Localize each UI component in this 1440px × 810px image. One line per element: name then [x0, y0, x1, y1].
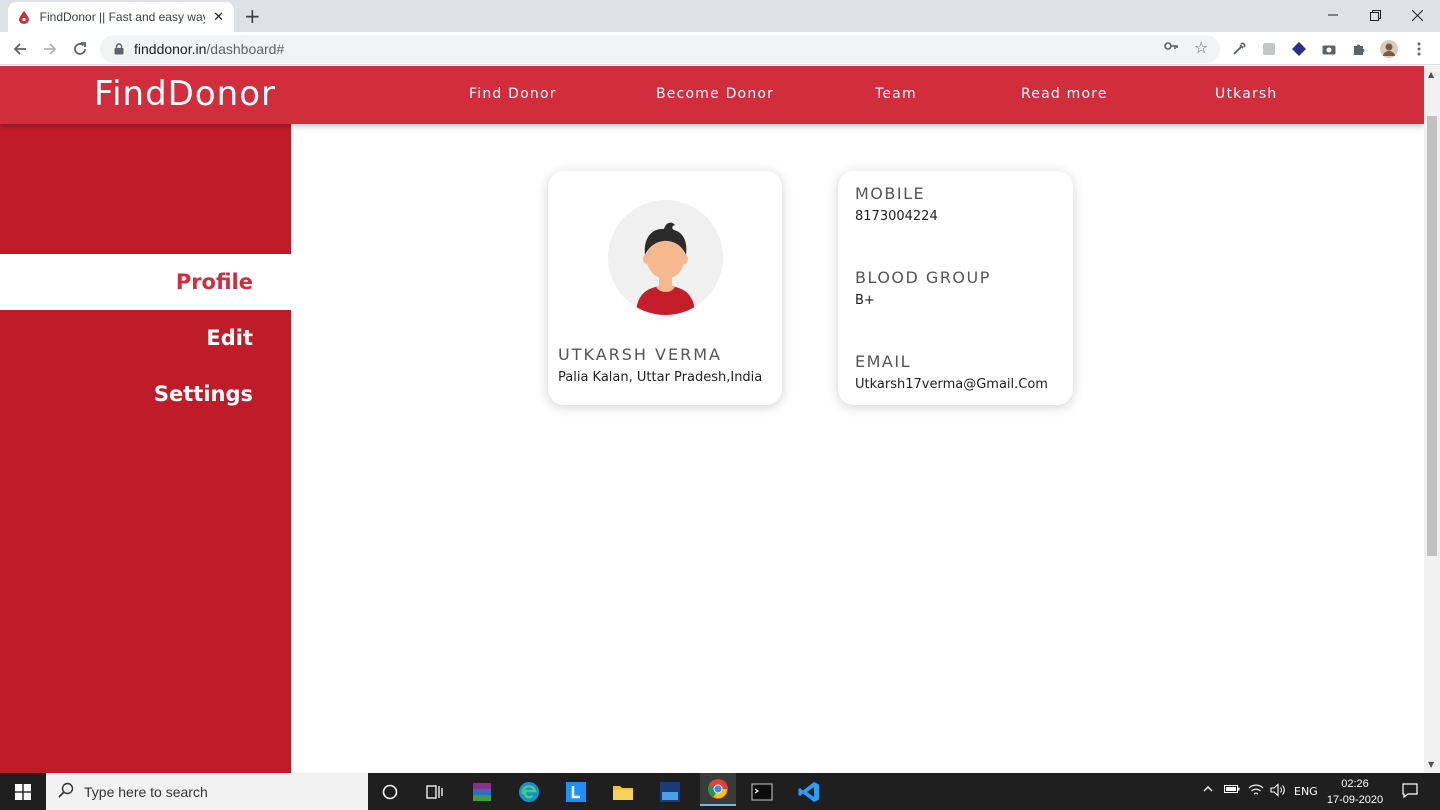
vpn-extension-icon[interactable] [1290, 40, 1308, 58]
scrollbar-thumb[interactable] [1427, 116, 1437, 556]
back-icon[interactable] [9, 38, 31, 60]
volume-icon[interactable] [1270, 783, 1286, 800]
browser-tab[interactable]: FindDonor || Fast and easy way to find b… [8, 2, 234, 32]
edge-browser-icon[interactable] [514, 777, 544, 807]
blood-drop-icon [18, 10, 30, 24]
taskbar-clock[interactable]: 02:26 17-09-2020 [1322, 776, 1388, 808]
profile-card: UTKARSH VERMA Palia Kalan, Uttar Pradesh… [548, 171, 782, 405]
email-value: Utkarsh17verma@Gmail.Com [855, 377, 1048, 392]
new-tab-button[interactable]: + [244, 4, 261, 28]
clock-time: 02:26 [1341, 778, 1369, 790]
blood-group-label: BLOOD GROUP [855, 268, 991, 287]
nav-read-more[interactable]: Read more [1021, 86, 1108, 102]
clock-date: 17-09-2020 [1326, 794, 1384, 806]
mobile-value: 8173004224 [855, 209, 938, 224]
tab-title: FindDonor || Fast and easy way to find b… [39, 10, 205, 24]
input-language-indicator[interactable]: ENG [1294, 785, 1318, 798]
sidebar-item-profile[interactable]: Profile [0, 254, 291, 310]
minimize-icon[interactable] [1310, 0, 1356, 30]
l-app-icon[interactable] [561, 777, 591, 807]
eyedropper-extension-icon[interactable] [1230, 40, 1248, 58]
restore-icon[interactable] [1352, 0, 1398, 30]
brand-logo[interactable]: FindDonor [94, 74, 276, 114]
file-explorer-icon[interactable] [608, 777, 638, 807]
windows-taskbar: Type here to search ENG 02:26 17-09-2020 [0, 773, 1440, 810]
sidebar-item-edit[interactable]: Edit [0, 310, 291, 366]
wifi-icon[interactable] [1248, 783, 1264, 800]
tab-close-icon[interactable]: ✕ [213, 10, 224, 25]
site-header: FindDonor Find Donor Become Donor Team R… [0, 66, 1424, 124]
chrome-icon[interactable] [700, 773, 736, 806]
blood-group-value: B+ [855, 293, 875, 308]
menu-kebab-icon[interactable] [1410, 40, 1428, 58]
browser-toolbar: finddonor.in/dashboard# ☆ [0, 32, 1440, 65]
close-window-icon[interactable] [1394, 0, 1440, 30]
windows-start-icon[interactable] [0, 773, 46, 810]
profile-name: UTKARSH VERMA [558, 345, 722, 364]
dashboard-sidebar: Profile Edit Settings [0, 124, 291, 773]
nav-find-donor[interactable]: Find Donor [469, 86, 557, 102]
notification-center-icon[interactable] [1402, 782, 1418, 801]
reload-icon[interactable] [69, 38, 91, 60]
scroll-down-icon[interactable]: ▼ [1428, 760, 1434, 769]
vscode-icon[interactable] [794, 777, 824, 807]
page-viewport: FindDonor Find Donor Become Donor Team R… [0, 66, 1424, 773]
extension-icon[interactable] [1260, 40, 1278, 58]
lock-icon [114, 40, 124, 59]
bookmark-star-icon[interactable]: ☆ [1194, 38, 1208, 57]
address-bar[interactable]: finddonor.in/dashboard# [100, 35, 1220, 63]
camera-extension-icon[interactable] [1320, 40, 1338, 58]
taskbar-search-box[interactable]: Type here to search [46, 773, 368, 810]
profile-avatar [608, 200, 723, 315]
contact-info-card: MOBILE 8173004224 BLOOD GROUP B+ EMAIL U… [838, 171, 1073, 405]
mobile-label: MOBILE [855, 184, 926, 203]
scroll-up-icon[interactable]: ▲ [1428, 70, 1434, 79]
task-view-icon[interactable] [420, 777, 450, 807]
user-avatar-icon[interactable] [1380, 40, 1398, 58]
dev-cpp-icon[interactable] [655, 777, 685, 807]
nav-team[interactable]: Team [875, 86, 917, 102]
url-text: finddonor.in/dashboard# [134, 41, 285, 57]
forward-icon[interactable] [39, 38, 61, 60]
cortana-icon[interactable] [375, 777, 405, 807]
battery-icon[interactable] [1224, 783, 1240, 798]
profile-location: Palia Kalan, Uttar Pradesh,India [558, 370, 763, 385]
browser-tab-bar: FindDonor || Fast and easy way to find b… [0, 0, 1440, 32]
nav-become-donor[interactable]: Become Donor [656, 86, 774, 102]
nav-user-menu[interactable]: Utkarsh [1215, 86, 1278, 102]
search-placeholder: Type here to search [84, 783, 208, 800]
avatar-illustration [636, 222, 695, 315]
email-label: EMAIL [855, 352, 911, 371]
puzzle-extensions-icon[interactable] [1350, 40, 1368, 58]
page-scrollbar[interactable]: ▲ ▼ [1424, 66, 1440, 773]
search-icon [58, 782, 74, 802]
terminal-icon[interactable] [747, 777, 777, 807]
tray-chevron-up-icon[interactable] [1202, 783, 1214, 798]
sidebar-item-settings[interactable]: Settings [0, 366, 291, 422]
key-icon[interactable] [1164, 40, 1179, 55]
winrar-icon[interactable] [467, 777, 497, 807]
